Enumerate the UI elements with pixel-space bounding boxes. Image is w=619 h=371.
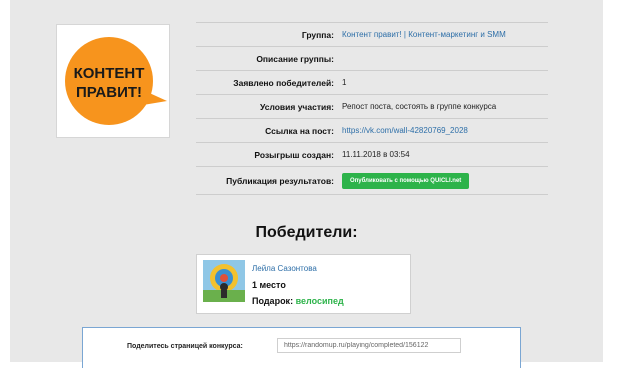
- info-row-publish: Публикация результатов: Опубликовать с п…: [196, 167, 548, 195]
- info-row-winners-count: Заявлено победителей: 1: [196, 71, 548, 95]
- prize-value: велосипед: [295, 296, 344, 306]
- publish-results-button[interactable]: Опубликовать с помощью QUICLI.net: [342, 172, 470, 189]
- info-row-post-link: Ссылка на пост: https://vk.com/wall-4282…: [196, 119, 548, 143]
- winner-avatar[interactable]: [203, 260, 245, 302]
- contest-info-table: Группа: Контент правит! | Контент-маркет…: [196, 22, 548, 195]
- share-url-input[interactable]: [277, 338, 461, 353]
- share-panel: Поделитесь страницей конкурса:: [82, 327, 521, 368]
- contest-page: КОНТЕНТ ПРАВИТ! Группа: Контент правит! …: [10, 0, 603, 368]
- group-link[interactable]: Контент правит! | Контент-маркетинг и SM…: [334, 30, 548, 39]
- info-row-conditions: Условия участия: Репост поста, состоять …: [196, 95, 548, 119]
- info-row-created: Розыгрыш создан: 11.11.2018 в 03:54: [196, 143, 548, 167]
- post-link-label: Ссылка на пост:: [265, 125, 334, 136]
- info-row-description: Описание группы:: [196, 47, 548, 71]
- logo-image: КОНТЕНТ ПРАВИТ!: [65, 37, 167, 125]
- winners-count-value: 1: [342, 78, 347, 87]
- winners-count-label: Заявлено победителей:: [233, 77, 334, 88]
- winner-name-link[interactable]: Лейла Сазонтова: [252, 264, 317, 273]
- info-row-group: Группа: Контент правит! | Контент-маркет…: [196, 22, 548, 47]
- post-link[interactable]: https://vk.com/wall-42820769_2028: [334, 126, 548, 135]
- group-logo[interactable]: КОНТЕНТ ПРАВИТ!: [56, 24, 170, 138]
- prize-label: Подарок:: [252, 296, 294, 306]
- winners-heading: Победители:: [255, 224, 358, 241]
- winner-prize: Подарок: велосипед: [252, 296, 344, 306]
- publish-cell: Опубликовать с помощью QUICLI.net: [334, 172, 548, 189]
- created-label: Розыгрыш создан:: [254, 149, 334, 160]
- winner-place: 1 место: [252, 280, 286, 290]
- winner-card: Лейла Сазонтова 1 место Подарок: велосип…: [196, 254, 411, 314]
- logo-text-line2: ПРАВИТ!: [76, 84, 142, 101]
- created-value: 11.11.2018 в 03:54: [342, 150, 410, 159]
- publish-label: Публикация результатов:: [226, 175, 334, 186]
- group-label: Группа:: [301, 29, 334, 40]
- conditions-label: Условия участия:: [259, 101, 334, 112]
- logo-text-line1: КОНТЕНТ: [74, 65, 145, 82]
- share-label: Поделитесь страницей конкурса:: [127, 343, 243, 350]
- conditions-value: Репост поста, состоять в группе конкурса: [342, 102, 497, 111]
- description-label: Описание группы:: [256, 53, 334, 64]
